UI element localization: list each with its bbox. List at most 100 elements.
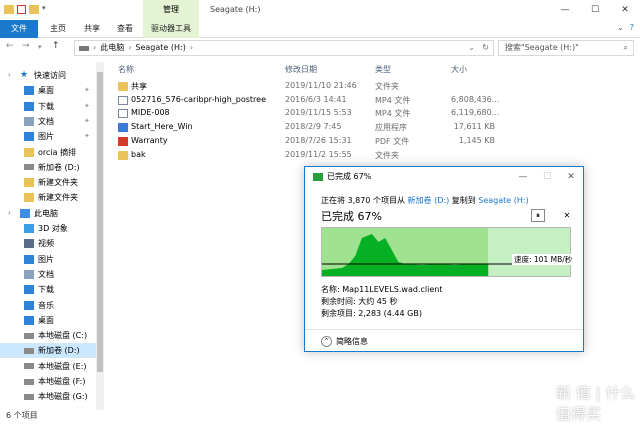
close-button[interactable]: ✕ <box>559 167 583 187</box>
nav-item-label: 此电脑 <box>34 208 58 218</box>
pause-button[interactable]: ⏸ <box>531 209 545 222</box>
destination-link[interactable]: Seagate (H:) <box>478 196 528 205</box>
nav-item[interactable]: 新建文件夹 <box>0 190 78 205</box>
chevron-up-icon[interactable]: ⌃ <box>321 336 332 347</box>
check-icon[interactable] <box>17 5 26 14</box>
breadcrumb-this-pc[interactable]: 此电脑 <box>100 41 124 55</box>
forward-arrow-icon[interactable]: → <box>22 41 30 51</box>
nav-item[interactable]: ★ 快速访问 › <box>0 68 66 83</box>
star-icon: ★ <box>20 70 29 80</box>
minimize-button[interactable]: — <box>550 0 580 20</box>
maximize-button[interactable]: ☐ <box>535 167 559 187</box>
download-icon <box>24 101 34 111</box>
back-arrow-icon[interactable]: ← <box>6 41 14 51</box>
table-row[interactable]: MIDE-008 2019/11/15 5:53 MP4 文件 6,119,680..… <box>108 107 508 120</box>
minimize-button[interactable]: — <box>511 167 535 187</box>
app-icon <box>118 123 128 133</box>
table-row[interactable]: 052716_576-caribpr-high_postree 2016/6/3 … <box>108 94 508 107</box>
nav-item[interactable]: 桌面 ✦ <box>0 83 90 98</box>
fewer-details-toggle[interactable]: ⌃ 简略信息 <box>321 336 368 347</box>
nav-item[interactable]: 音乐 <box>0 298 54 313</box>
nav-item[interactable]: orcia 摘排 <box>0 145 76 160</box>
address-bar[interactable]: › 此电脑 › Seagate (H:) › ⌄ ↻ <box>74 40 494 56</box>
nav-item[interactable]: 文档 <box>0 267 54 282</box>
column-type[interactable]: 类型 <box>375 64 391 75</box>
dialog-divider <box>305 329 583 330</box>
chevron-down-icon[interactable]: ▾ <box>38 43 42 51</box>
nav-item[interactable]: 新建文件夹 <box>0 175 78 190</box>
fewer-details-label: 简略信息 <box>336 337 368 346</box>
nav-item[interactable]: 新加卷 (D:) <box>0 160 80 175</box>
search-icon[interactable]: ⌕ <box>624 41 628 55</box>
column-date[interactable]: 修改日期 <box>285 64 317 75</box>
nav-item-label: 新建文件夹 <box>38 193 78 203</box>
dialog-controls: — ☐ ✕ <box>511 167 583 187</box>
address-row: ← → ▾ ↑ › 此电脑 › Seagate (H:) › ⌄ ↻ 搜索"Se… <box>0 38 640 58</box>
scrollbar-thumb[interactable] <box>97 72 103 372</box>
help-icon[interactable]: ? <box>630 23 634 32</box>
nav-item-label: orcia 摘排 <box>38 147 77 157</box>
nav-item[interactable]: 桌面 <box>0 313 54 328</box>
tab-share[interactable]: 共享 <box>84 20 100 38</box>
table-row[interactable]: Warranty 2018/7/26 15:31 PDF 文件 1,145 KB <box>108 135 508 148</box>
chevron-right-icon[interactable]: › <box>8 206 11 221</box>
column-name[interactable]: 名称 <box>118 64 134 75</box>
nav-item[interactable]: 视频 <box>0 236 54 251</box>
table-row[interactable]: 共享 2019/11/10 21:46 文件夹 <box>108 80 508 93</box>
copy-middle: 复制到 <box>451 196 476 205</box>
nav-item[interactable]: 此电脑 › <box>0 206 58 221</box>
search-input[interactable]: 搜索"Seagate (H:)" ⌕ <box>498 40 634 56</box>
context-tab-header[interactable]: 管理 <box>143 0 199 20</box>
cancel-button[interactable]: ✕ <box>560 209 574 222</box>
nav-item[interactable]: 文档 ✦ <box>0 114 90 129</box>
breadcrumb-separator: › <box>128 43 132 52</box>
table-row[interactable]: Start_Here_Win 2018/2/9 7:45 应用程序 17,611 KB <box>108 121 508 134</box>
pin-icon[interactable]: ✦ <box>84 114 90 129</box>
nav-item[interactable]: 图片 ✦ <box>0 129 90 144</box>
source-link[interactable]: 新加卷 (D:) <box>408 196 450 205</box>
computer-icon <box>20 208 30 218</box>
nav-item[interactable]: 3D 对象 <box>0 221 68 236</box>
folder-icon[interactable] <box>29 5 39 14</box>
file-size: 6,808,436... <box>451 94 500 104</box>
table-row[interactable]: bak 2019/11/2 15:55 文件夹 <box>108 149 508 162</box>
nav-item-label: 新建文件夹 <box>38 178 78 188</box>
refresh-icon[interactable]: ↻ <box>482 41 489 55</box>
nav-item[interactable]: 新加卷 (D:) <box>0 343 96 359</box>
tab-file[interactable]: 文件 <box>0 20 38 38</box>
chevron-down-icon[interactable]: ▾ <box>42 4 52 15</box>
nav-item[interactable]: 本地磁盘 (F:) <box>0 374 85 389</box>
up-arrow-icon[interactable]: ↑ <box>52 41 60 51</box>
nav-item[interactable]: 本地磁盘 (E:) <box>0 359 87 374</box>
file-size: 1,145 KB <box>458 135 495 145</box>
nav-item[interactable]: 下载 <box>0 282 54 297</box>
file-type: MP4 文件 <box>375 95 411 105</box>
folder-icon <box>24 193 34 203</box>
pin-icon[interactable]: ✦ <box>84 99 90 114</box>
chevron-down-icon[interactable]: ⌄ <box>468 41 475 55</box>
file-type: PDF 文件 <box>375 136 410 146</box>
file-name: 052716_576-caribpr-high_postree <box>131 94 267 104</box>
nav-item[interactable]: 图片 <box>0 252 54 267</box>
close-button[interactable]: ✕ <box>610 0 640 20</box>
chevron-down-icon[interactable]: ⌄ <box>617 23 624 32</box>
nav-item[interactable]: 下载 ✦ <box>0 99 90 114</box>
pin-icon[interactable]: ✦ <box>84 129 90 144</box>
search-placeholder: 搜索"Seagate (H:)" <box>505 43 579 52</box>
folder-icon[interactable] <box>4 5 14 14</box>
pin-icon[interactable]: ✦ <box>84 83 90 98</box>
breadcrumb-drive[interactable]: Seagate (H:) <box>135 41 185 55</box>
nav-scrollbar[interactable] <box>96 62 104 410</box>
nav-item[interactable]: 本地磁盘 (G:) <box>0 389 88 404</box>
progress-percent: 已完成 67% <box>321 210 382 223</box>
tab-view[interactable]: 查看 <box>117 20 133 38</box>
items-remaining-line: 剩余项目: 2,283 (4.44 GB) <box>321 309 422 318</box>
column-size[interactable]: 大小 <box>451 64 467 75</box>
explorer-window: ▾ 管理 Seagate (H:) — ☐ ✕ 文件 主页 共享 查看 驱动器工… <box>0 0 640 429</box>
nav-item[interactable]: 本地磁盘 (C:) <box>0 328 87 343</box>
tab-home[interactable]: 主页 <box>50 20 66 38</box>
chevron-right-icon[interactable]: › <box>8 68 11 83</box>
tab-drive-tools[interactable]: 驱动器工具 <box>143 20 199 38</box>
maximize-button[interactable]: ☐ <box>580 0 610 20</box>
file-name: Start_Here_Win <box>131 122 193 132</box>
